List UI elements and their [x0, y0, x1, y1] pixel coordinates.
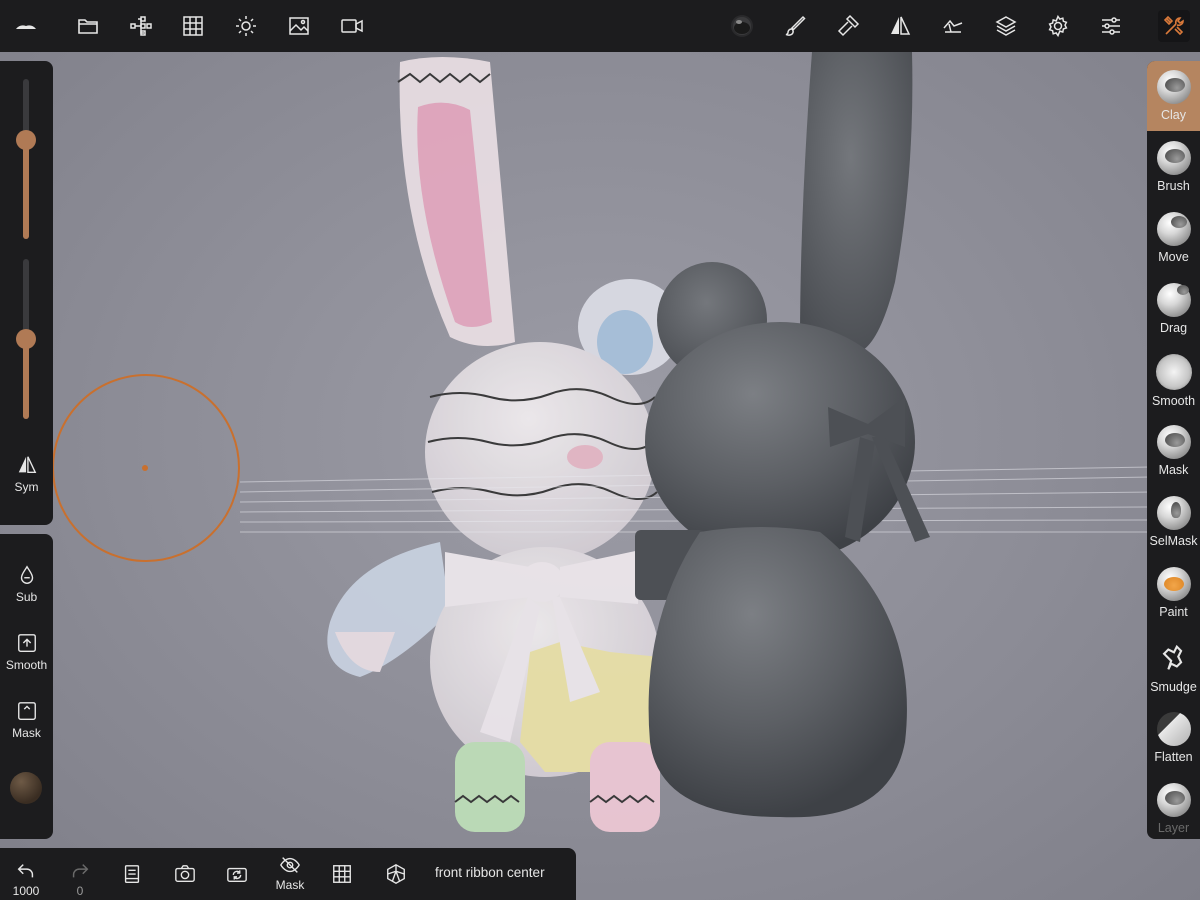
drag-tool-icon [1156, 283, 1191, 317]
tool-smooth[interactable]: Smooth [1147, 345, 1200, 415]
smooth-button[interactable]: Smooth [0, 632, 53, 672]
material-sphere-icon[interactable] [726, 10, 758, 42]
sub-label: Sub [15, 590, 38, 604]
tool-clay[interactable]: Clay [1147, 61, 1200, 131]
symmetry-icon[interactable] [884, 10, 916, 42]
redo-button[interactable]: 0 [60, 848, 100, 900]
tool-label: Smooth [1151, 394, 1196, 408]
camera-rotate-icon [227, 867, 247, 883]
light-sun-icon[interactable] [230, 10, 262, 42]
tool-brush[interactable]: Brush [1147, 132, 1200, 202]
sym-button[interactable]: Sym [0, 454, 53, 494]
reset-camera-button[interactable] [222, 848, 252, 900]
color-swatch[interactable] [10, 772, 42, 804]
background-image-icon[interactable] [283, 10, 315, 42]
camera-icon[interactable] [336, 10, 368, 42]
polyhedron-icon [387, 864, 405, 884]
move-tool-icon [1156, 212, 1191, 246]
wireframe-button[interactable] [328, 848, 356, 900]
tool-label: Mask [1158, 463, 1189, 477]
undo-icon [17, 864, 34, 878]
radius-slider-thumb[interactable] [16, 129, 36, 150]
layer-tool-icon [1156, 783, 1191, 817]
selmask-tool-icon [1156, 496, 1191, 530]
intensity-slider-thumb[interactable] [16, 329, 36, 349]
clay-tool-icon [1156, 70, 1191, 104]
tool-label: Clay [1160, 108, 1186, 122]
symmetry-icon [18, 456, 36, 474]
notes-button[interactable] [118, 848, 146, 900]
bottom-toolbar: 1000 0 Mask front ribbon center [0, 848, 576, 900]
tool-drag[interactable]: Drag [1147, 274, 1200, 344]
top-toolbar [0, 0, 1200, 52]
tool-paint[interactable]: Paint [1147, 558, 1200, 628]
tool-flatten[interactable]: Flatten [1147, 703, 1200, 773]
layers-icon[interactable] [990, 10, 1022, 42]
mask-caret-icon [17, 702, 36, 720]
mask-button[interactable]: Mask [0, 700, 53, 740]
mask-tool-icon [1156, 425, 1191, 459]
tool-label: Drag [1159, 321, 1188, 335]
smooth-label: Smooth [5, 658, 48, 672]
tool-label: SelMask [1149, 534, 1198, 548]
redo-count: 0 [76, 884, 84, 898]
undo-count: 1000 [12, 884, 40, 898]
eye-slash-icon [280, 857, 300, 873]
tool-selmask[interactable]: SelMask [1147, 487, 1200, 557]
tool-layer[interactable]: Layer [1147, 774, 1200, 839]
radius-slider[interactable] [16, 79, 36, 239]
topology-grid-icon[interactable] [177, 10, 209, 42]
book-icon [124, 865, 140, 883]
status-text: front ribbon center [435, 865, 545, 880]
cloud-logo-icon[interactable] [10, 10, 42, 42]
reference-image [327, 57, 682, 832]
paint-brush-icon[interactable] [779, 10, 811, 42]
tool-move[interactable]: Move [1147, 203, 1200, 273]
interaction-icon[interactable] [937, 10, 969, 42]
hammer-icon[interactable] [832, 10, 864, 42]
tool-label: Flatten [1154, 750, 1193, 764]
intensity-slider-fill [23, 339, 29, 419]
flatten-tool-icon [1156, 712, 1191, 746]
tool-label: Brush [1157, 179, 1190, 193]
undo-button[interactable]: 1000 [6, 848, 46, 900]
hide-mask-label: Mask [275, 878, 305, 892]
grid-icon [333, 865, 351, 883]
tool-smudge[interactable]: Smudge [1147, 629, 1200, 699]
sub-button[interactable]: Sub [0, 564, 53, 604]
smooth-shift-icon [17, 634, 36, 652]
smudge-tool-icon [1162, 644, 1182, 670]
mask-label: Mask [12, 726, 41, 740]
screenshot-button[interactable] [170, 848, 200, 900]
drop-icon [20, 565, 33, 584]
left-slider-panel: Sym [0, 61, 53, 525]
intensity-slider[interactable] [16, 259, 36, 419]
tools-icon[interactable] [1158, 10, 1190, 42]
radius-slider-fill [23, 139, 29, 239]
tool-label: Layer [1157, 821, 1190, 835]
voxel-button[interactable] [382, 848, 410, 900]
brush-center-dot [142, 465, 148, 471]
tool-label: Move [1158, 250, 1189, 264]
hide-mask-button[interactable]: Mask [270, 848, 310, 900]
folder-icon[interactable] [72, 10, 104, 42]
sliders-icon[interactable] [1095, 10, 1127, 42]
tool-label: Smudge [1150, 680, 1197, 694]
camera-snap-icon [175, 865, 195, 883]
tool-label: Paint [1159, 605, 1188, 619]
sym-label: Sym [14, 480, 39, 494]
sculpt-mesh [635, 52, 930, 818]
tool-panel: Clay Brush Move Drag Smooth Mask SelMask… [1147, 61, 1200, 839]
smooth-tool-icon [1155, 354, 1192, 390]
redo-icon [72, 864, 89, 878]
scene-tree-icon[interactable] [125, 10, 157, 42]
tool-mask[interactable]: Mask [1147, 416, 1200, 486]
paint-tool-icon [1156, 567, 1191, 601]
settings-gear-icon[interactable] [1042, 10, 1074, 42]
brush-tool-icon [1156, 141, 1191, 175]
